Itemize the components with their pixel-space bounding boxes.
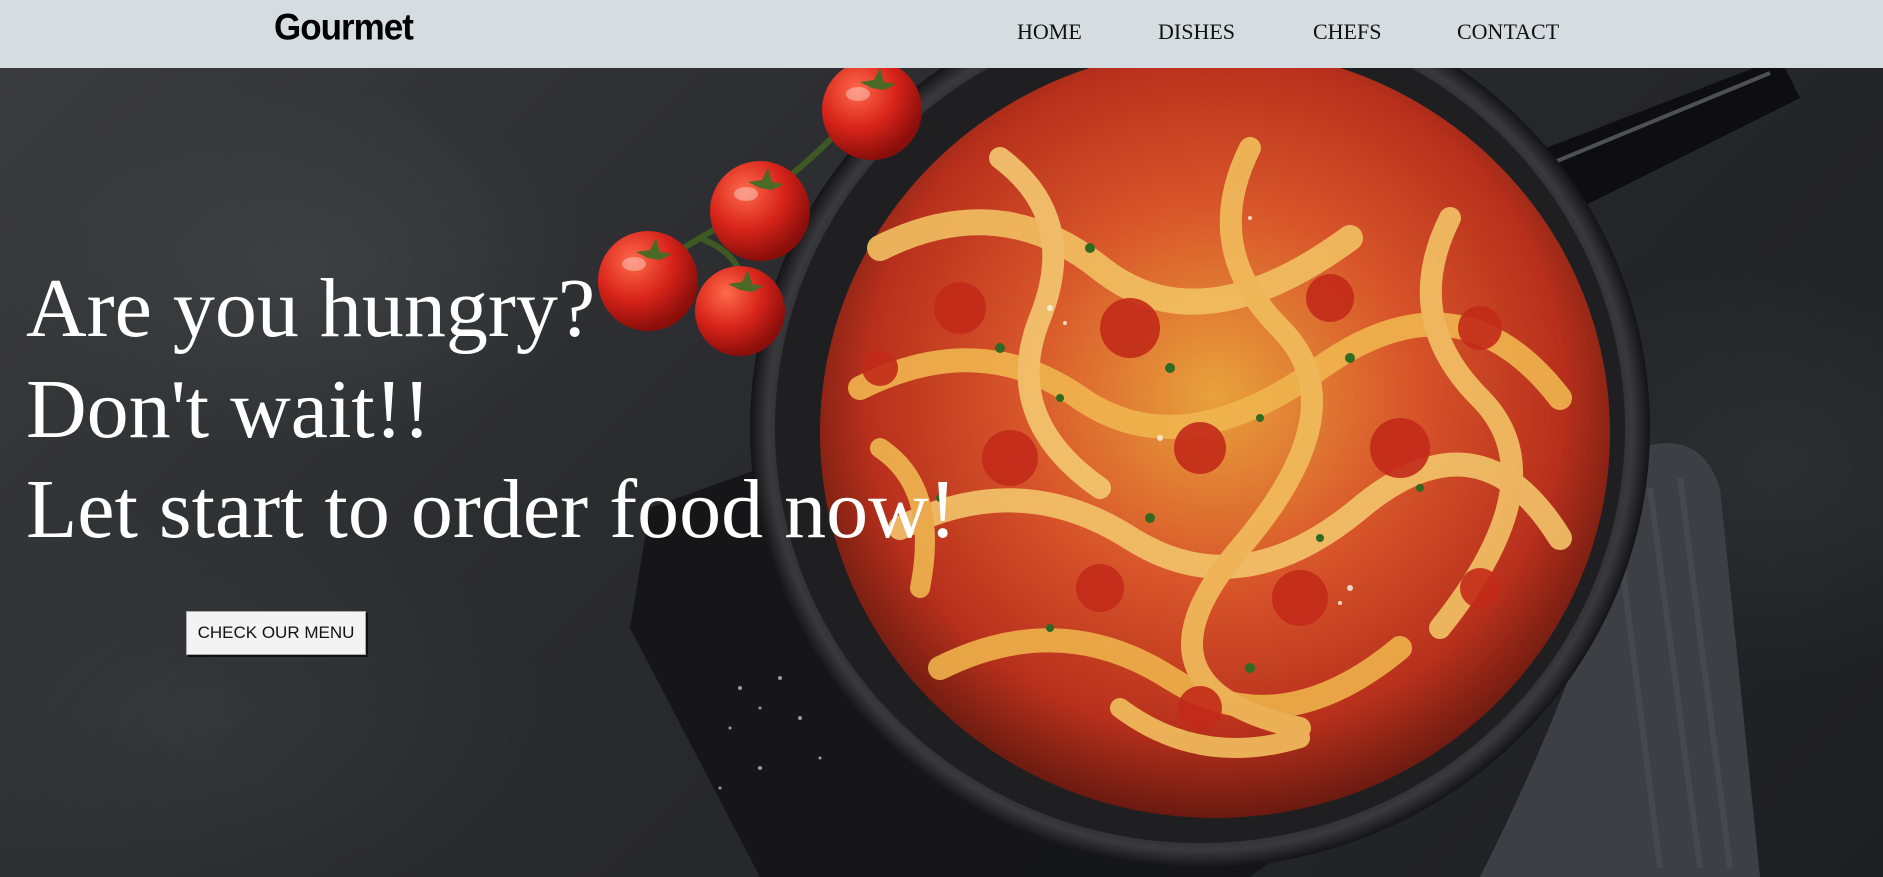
hero-section: Are you hungry? Don't wait!! Let start t… [0,68,1883,877]
pasta [820,68,1610,818]
top-navbar: Gourmet HOME DISHES CHEFS CONTACT [0,0,1883,68]
nav-link-chefs[interactable]: CHEFS [1313,19,1381,45]
brand-logo[interactable]: Gourmet [274,7,414,49]
hero-headline-line1: Are you hungry? [26,262,596,355]
hero-headline-line3: Let start to order food now! [26,463,957,556]
nav-link-dishes[interactable]: DISHES [1158,19,1235,45]
nav-link-contact[interactable]: CONTACT [1457,19,1559,45]
hero-headline-line2: Don't wait!! [26,363,431,456]
nav-link-home[interactable]: HOME [1017,19,1082,45]
check-menu-button[interactable]: CHECK OUR MENU [186,611,366,655]
